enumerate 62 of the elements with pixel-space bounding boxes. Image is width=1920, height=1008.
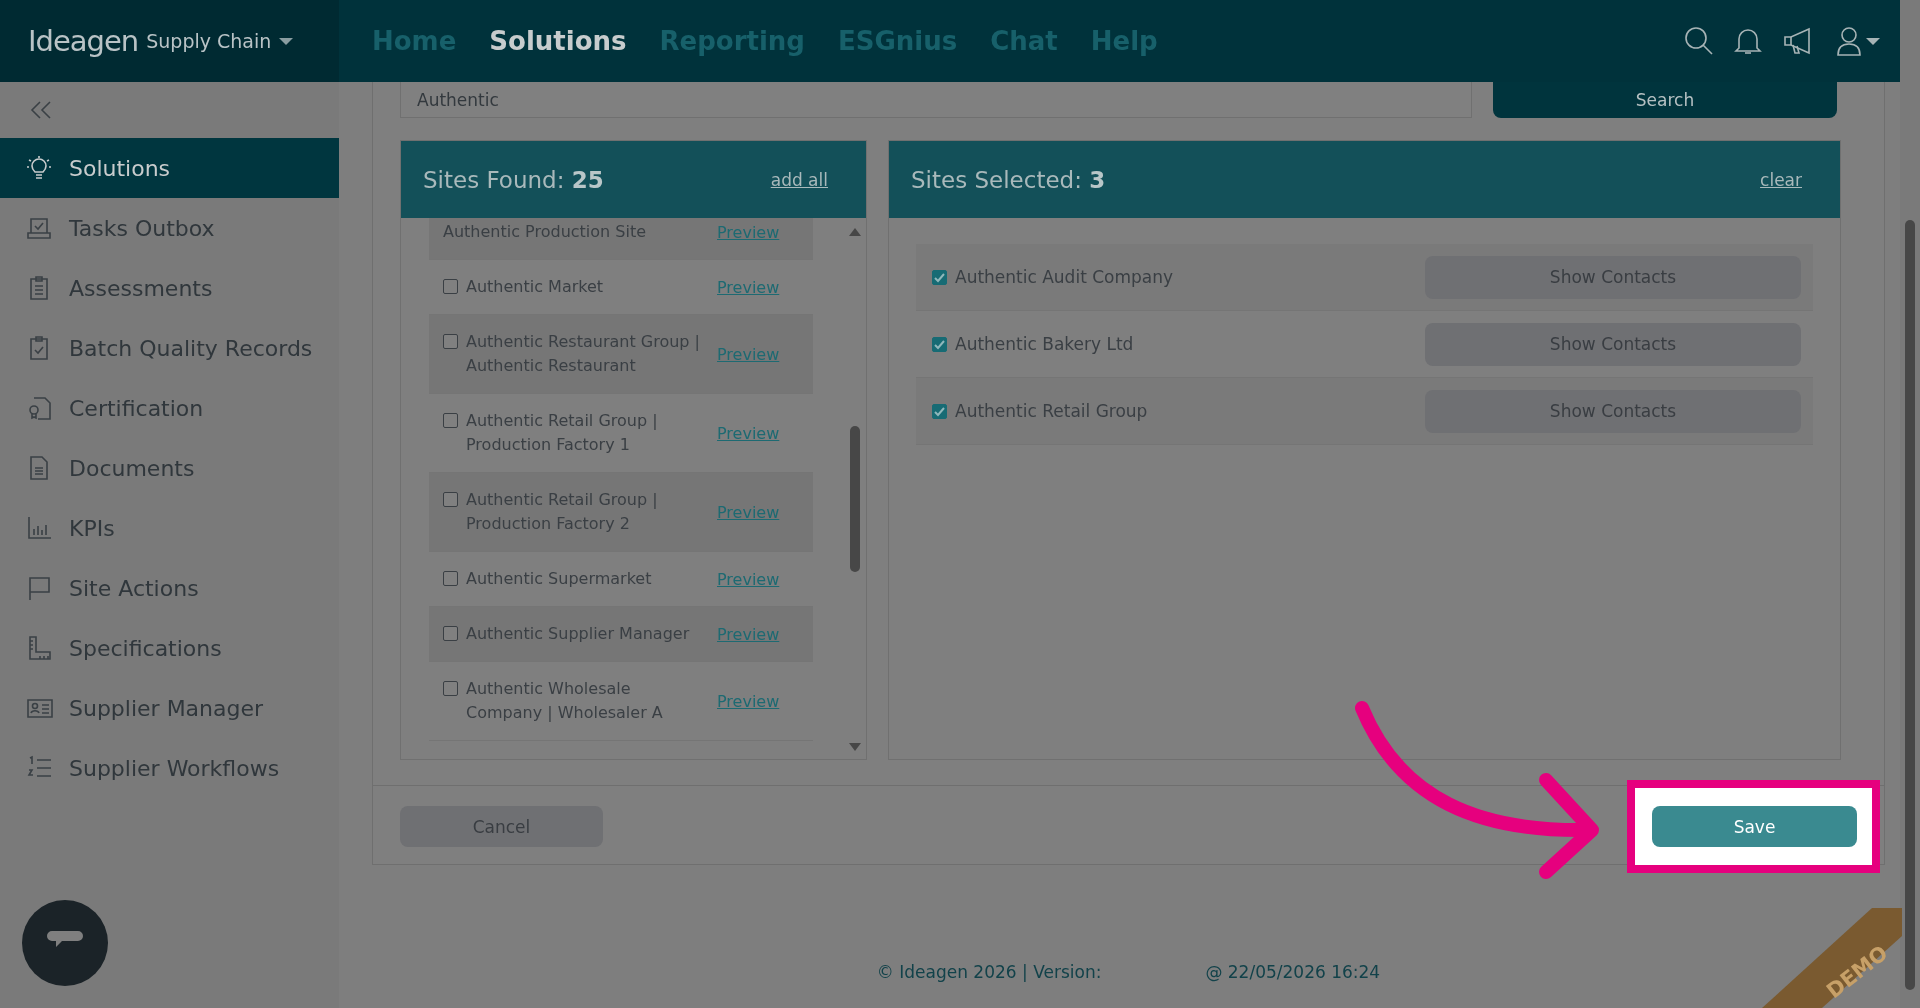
checkbox[interactable] (443, 571, 458, 586)
checkbox[interactable] (443, 279, 458, 294)
caret-icon (1866, 37, 1880, 45)
ruler-icon (26, 635, 53, 661)
panel-title: Sites Selected: 3 (911, 166, 1106, 193)
site-name: Authentic Audit Company (955, 267, 1174, 287)
panel-link[interactable]: clear (1760, 169, 1802, 190)
preview-link[interactable]: Preview (717, 423, 780, 443)
preview-link[interactable]: Preview (717, 691, 780, 711)
lightbulb-icon (26, 155, 53, 181)
user-icon (1836, 26, 1862, 56)
certificate-icon (26, 395, 53, 421)
tray-check-icon (26, 215, 53, 241)
site-name: Authentic Supplier Manager (466, 623, 690, 645)
copyright-text: © Ideagen 2026 | Version: (876, 962, 1102, 982)
sidebar-item[interactable]: Specifications (0, 618, 339, 678)
checkbox[interactable] (443, 334, 458, 349)
product-name[interactable]: Supply Chain (146, 30, 272, 52)
site-name: Authentic Retail Group | Production Factory 1 (466, 410, 659, 456)
sidebar-item[interactable]: Supplier Workflows (0, 738, 339, 798)
user-menu[interactable] (1836, 26, 1880, 56)
search-icon[interactable] (1684, 26, 1714, 56)
version-timestamp: @ 22/05/2026 16:24 (1205, 962, 1381, 982)
search-button[interactable]: Search (1493, 82, 1837, 118)
preview-link[interactable]: Preview (717, 277, 780, 297)
bar-chart-icon (26, 515, 53, 541)
checkbox[interactable] (443, 413, 458, 428)
flag-icon (26, 575, 53, 601)
checkbox[interactable] (443, 626, 458, 641)
collapse-icon[interactable] (30, 100, 52, 120)
checkbox[interactable] (932, 336, 947, 352)
checkbox[interactable] (443, 681, 458, 696)
brand-logo[interactable]: Ideagen (28, 24, 139, 58)
site-name: Authentic Wholesale Company | Wholesaler A (466, 678, 664, 724)
site-name: Authentic Retail Group | Production Factory 2 (466, 489, 659, 535)
checkbox[interactable] (443, 492, 458, 507)
site-name: Authentic Supermarket (466, 568, 652, 590)
site-name: Authentic Retail Group (955, 401, 1148, 421)
sidebar-item[interactable]: Assessments (0, 258, 339, 318)
page-scrollbar[interactable] (1900, 0, 1920, 1008)
panel-link[interactable]: add all (770, 169, 828, 190)
site-name: Authentic Market (466, 276, 604, 298)
site-name: Authentic Restaurant Group | Authentic Restaurant (466, 331, 701, 377)
sidebar-item[interactable]: Certification (0, 378, 339, 438)
sidebar-item[interactable]: Site Actions (0, 558, 339, 618)
checkbox[interactable] (932, 269, 947, 285)
sidebar-item[interactable]: Batch Quality Records (0, 318, 339, 378)
sidebar-item[interactable]: Tasks Outbox (0, 198, 339, 258)
sidebar-item[interactable]: Documents (0, 438, 339, 498)
search-field[interactable]: Authentic (400, 82, 1472, 118)
nav-link[interactable]: Solutions (489, 26, 627, 56)
sidebar-item[interactable]: Solutions (0, 138, 339, 198)
site-name: Authentic Production Site (443, 221, 646, 243)
panel-title: Sites Found: 25 (423, 166, 604, 193)
sidebar-item[interactable]: Supplier Manager (0, 678, 339, 738)
bell-icon[interactable] (1734, 26, 1762, 56)
sidebar-item[interactable]: KPIs (0, 498, 339, 558)
preview-link[interactable]: Preview (717, 569, 780, 589)
caret-icon[interactable] (279, 37, 294, 45)
checkbox[interactable] (932, 403, 947, 419)
site-name: Authentic Bakery Ltd (955, 334, 1134, 354)
save-button[interactable]: Save (1652, 806, 1857, 847)
